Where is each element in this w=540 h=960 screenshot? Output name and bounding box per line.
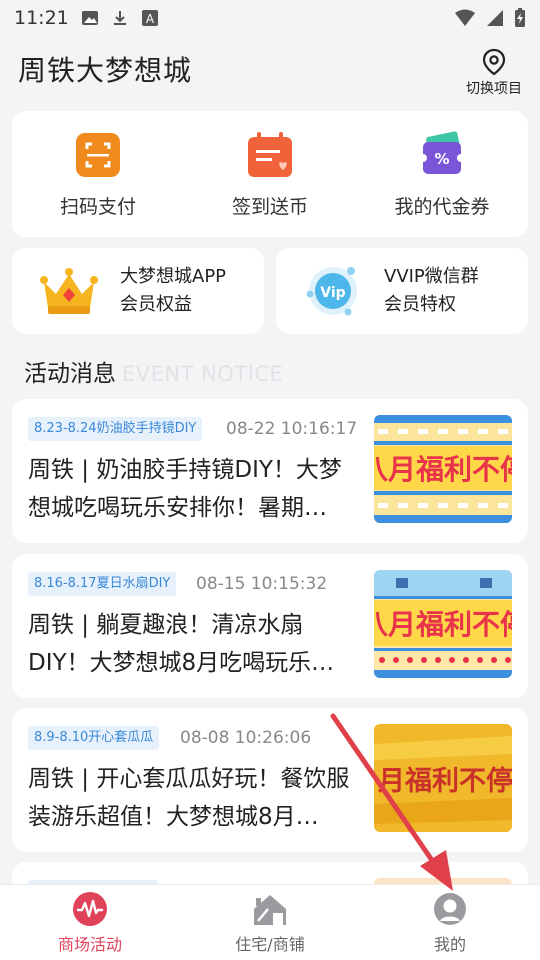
event-tag: 8.23-8.24奶油胶手持镜DIY bbox=[28, 417, 203, 441]
status-time: 11:21 bbox=[14, 7, 69, 29]
wifi-icon bbox=[455, 9, 475, 26]
event-banner-text: 八月福利不停 bbox=[374, 608, 512, 641]
member-title: 大梦想城APP bbox=[120, 266, 227, 287]
section-heading: 活动消息 EVENT NOTICE bbox=[24, 354, 283, 388]
event-card[interactable]: 8.9-8.10开心套瓜瓜 08-08 10:26:06 周铁 | 开心套瓜瓜好… bbox=[12, 708, 528, 852]
app-member-benefits-card[interactable]: 大梦想城APP 会员权益 bbox=[12, 248, 264, 334]
font-icon: A bbox=[141, 10, 158, 26]
vvip-group-card[interactable]: Vip VVIP微信群 会员特权 bbox=[276, 248, 528, 334]
nav-residence-shops[interactable]: 住宅/商铺 bbox=[180, 885, 360, 960]
section-subtitle: EVENT NOTICE bbox=[122, 362, 284, 386]
event-banner-text: 八月福利不停 bbox=[374, 453, 512, 486]
nav-label: 我的 bbox=[433, 934, 466, 954]
quick-action-label: 扫码支付 bbox=[59, 195, 136, 218]
event-date: 08-08 10:26:06 bbox=[180, 728, 312, 748]
quick-actions-card: 扫码支付 签到送币 % 我的代金券 bbox=[12, 111, 528, 237]
event-banner-image: 月福利不停 bbox=[374, 724, 512, 832]
event-tag: 8.16-8.17夏日水扇DIY bbox=[28, 572, 177, 596]
nav-profile[interactable]: 我的 bbox=[360, 885, 540, 960]
waveform-icon bbox=[73, 891, 107, 926]
scan-icon bbox=[76, 132, 120, 177]
checkin-button[interactable]: 签到送币 bbox=[184, 111, 356, 237]
nav-label: 商场活动 bbox=[57, 934, 122, 954]
member-title: VVIP微信群 bbox=[384, 266, 479, 287]
download-icon bbox=[113, 11, 126, 25]
calendar-icon bbox=[248, 131, 292, 177]
quick-action-label: 我的代金券 bbox=[394, 195, 490, 218]
event-text: 周铁 | 躺夏趣浪！清凉水扇DIY！大梦想城8月吃喝玩乐… bbox=[28, 612, 335, 676]
event-tag: 8.9-8.10开心套瓜瓜 bbox=[28, 726, 160, 750]
status-bar: 11:21 A bbox=[0, 0, 540, 36]
section-title: 活动消息 bbox=[24, 361, 116, 387]
page-title: 周铁大梦想城 bbox=[18, 54, 193, 87]
bottom-nav: 商场活动 住宅/商铺 我的 bbox=[0, 884, 540, 960]
user-icon bbox=[434, 892, 466, 925]
header: 周铁大梦想城 切换项目 bbox=[0, 36, 540, 102]
svg-text:Vip: Vip bbox=[320, 285, 345, 301]
event-banner-image: 八月福利不停 bbox=[374, 415, 512, 523]
crown-icon bbox=[40, 268, 98, 314]
battery-icon bbox=[515, 8, 525, 27]
voucher-icon: % bbox=[419, 130, 465, 174]
svg-text:A: A bbox=[146, 12, 155, 26]
voucher-button[interactable]: % 我的代金券 bbox=[356, 111, 528, 237]
vip-icon: Vip bbox=[306, 267, 357, 316]
switch-project-button[interactable]: 切换项目 bbox=[466, 48, 522, 98]
event-text: 周铁 | 开心套瓜瓜好玩！餐饮服装游乐超值！大梦想城8月… bbox=[28, 766, 350, 830]
event-card[interactable]: 8.16-8.17夏日水扇DIY 08-15 10:15:32 周铁 | 躺夏趣… bbox=[12, 554, 528, 698]
location-pin-icon bbox=[482, 48, 506, 76]
event-date: 08-15 10:15:32 bbox=[196, 574, 328, 594]
member-subtitle: 会员权益 bbox=[120, 294, 192, 315]
member-subtitle: 会员特权 bbox=[384, 294, 456, 315]
switch-project-label: 切换项目 bbox=[466, 81, 522, 97]
quick-action-label: 签到送币 bbox=[231, 195, 308, 218]
nav-label: 住宅/商铺 bbox=[235, 934, 305, 954]
scan-pay-button[interactable]: 扫码支付 bbox=[12, 111, 184, 237]
event-card[interactable]: 8.23-8.24奶油胶手持镜DIY 08-22 10:16:17 周铁 | 奶… bbox=[12, 399, 528, 543]
signal-icon bbox=[487, 10, 503, 26]
house-icon bbox=[254, 894, 286, 925]
event-banner-image: 八月福利不停 bbox=[374, 570, 512, 678]
event-date: 08-22 10:16:17 bbox=[226, 419, 358, 439]
nav-mall-events[interactable]: 商场活动 bbox=[0, 885, 180, 960]
event-banner-text: 月福利不停 bbox=[377, 765, 512, 797]
event-text: 周铁 | 奶油胶手持镜DIY！大梦想城吃喝玩乐安排你！暑期… bbox=[28, 457, 342, 521]
svg-text:%: % bbox=[434, 150, 449, 168]
image-icon bbox=[81, 11, 98, 25]
